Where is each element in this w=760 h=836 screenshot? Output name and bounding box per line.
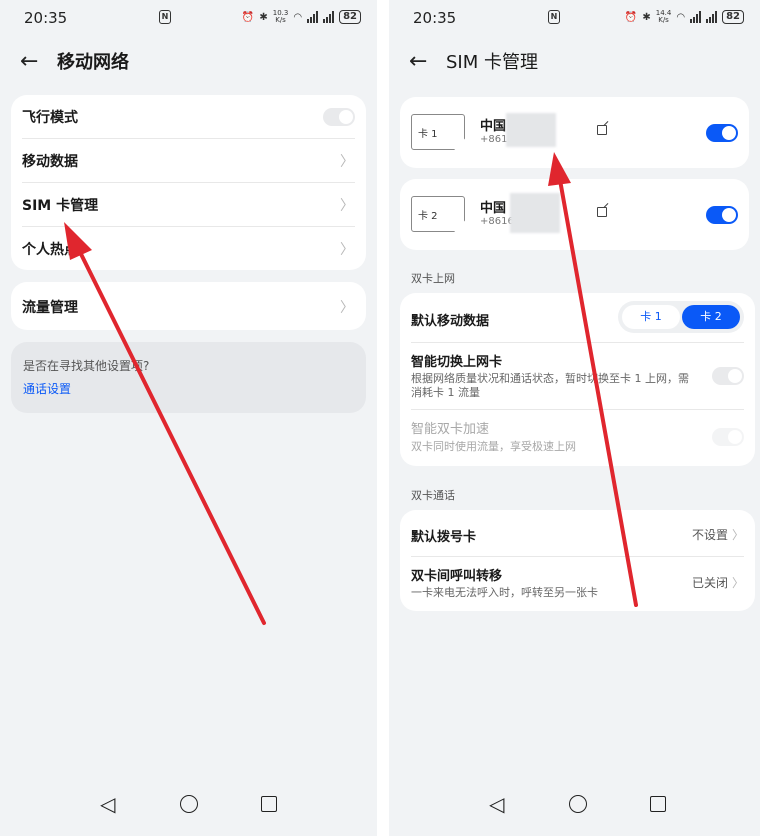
- sim-carrier-name: 中国: [480, 119, 507, 134]
- row-label: SIM 卡管理: [22, 198, 99, 214]
- back-arrow-icon[interactable]: ←: [409, 48, 427, 76]
- status-icons: ⏰ ✱ 14.4 K/s ◠ 82: [625, 10, 744, 24]
- mobile-data-row[interactable]: 移动数据 〉: [22, 138, 355, 182]
- nav-back-icon[interactable]: ◁: [100, 792, 115, 816]
- call-forward-row[interactable]: 双卡间呼叫转移 一卡来电无法呼入时，呼转至另一张卡 已关闭〉: [411, 556, 744, 611]
- status-bar: 20:35 N ⏰ ✱ 14.4 K/s ◠ 82: [389, 0, 760, 36]
- wifi-icon: ◠: [676, 11, 686, 23]
- dual-data-card: 默认移动数据 卡 1 卡 2 智能切换上网卡 根据网络质量状况和通话状态，暂时切…: [400, 293, 755, 466]
- sim-card-icon: 卡 2: [411, 196, 465, 232]
- sim-management-row[interactable]: SIM 卡管理 〉: [22, 182, 355, 226]
- default-dial-row[interactable]: 默认拨号卡 不设置〉: [411, 510, 744, 556]
- section-title-dual-call: 双卡通话: [411, 489, 455, 502]
- traffic-card: 流量管理 〉: [11, 282, 366, 330]
- airplane-mode-row[interactable]: 飞行模式: [11, 95, 366, 138]
- call-settings-link[interactable]: 通话设置: [23, 380, 71, 397]
- bluetooth-icon: ✱: [642, 11, 651, 23]
- back-arrow-icon[interactable]: ←: [20, 48, 38, 76]
- sim-management-screen: 20:35 N ⏰ ✱ 14.4 K/s ◠ 82 ← SIM 卡管理 卡 1 中…: [389, 0, 760, 836]
- wifi-icon: ◠: [293, 11, 303, 23]
- redacted-area: [510, 193, 560, 233]
- mobile-network-screen: 20:35 N ⏰ ✱ 10.3 K/s ◠ 82 ← 移动网络 飞行模式 移动数…: [0, 0, 377, 836]
- call-forward-title: 双卡间呼叫转移: [411, 569, 503, 584]
- sim-1-toggle[interactable]: [706, 124, 738, 142]
- dual-accel-title: 智能双卡加速: [411, 422, 490, 437]
- nfc-icon: N: [548, 10, 560, 24]
- network-speed: 10.3 K/s: [272, 9, 289, 24]
- page-header: ← 移动网络: [0, 46, 377, 78]
- edit-icon[interactable]: [597, 125, 607, 135]
- chevron-right-icon: 〉: [731, 576, 744, 590]
- status-time: 20:35: [413, 9, 457, 27]
- page-header: ← SIM 卡管理: [389, 46, 760, 78]
- chevron-right-icon: 〉: [340, 198, 354, 214]
- airplane-mode-toggle[interactable]: [323, 108, 355, 126]
- status-bar: 20:35 N ⏰ ✱ 10.3 K/s ◠ 82: [0, 0, 377, 36]
- sim-2-option[interactable]: 卡 2: [682, 305, 740, 329]
- dual-accel-row[interactable]: 智能双卡加速 双卡同时使用流量，享受极速上网: [411, 409, 744, 466]
- dual-accel-subtitle: 双卡同时使用流量，享受极速上网: [411, 440, 576, 453]
- page-title: 移动网络: [57, 52, 129, 73]
- chevron-right-icon: 〉: [731, 528, 744, 542]
- status-icons: ⏰ ✱ 10.3 K/s ◠ 82: [242, 10, 361, 24]
- redacted-area: [506, 113, 556, 147]
- chevron-right-icon: 〉: [340, 154, 354, 170]
- edit-icon[interactable]: [597, 207, 607, 217]
- smart-switch-subtitle: 根据网络质量状况和通话状态，暂时切换至卡 1 上网，需消耗卡 1 流量: [411, 372, 689, 399]
- navigation-bar: ◁: [389, 776, 760, 836]
- call-forward-value: 已关闭〉: [691, 576, 744, 590]
- hint-text: 是否在寻找其他设置项?: [23, 359, 150, 373]
- row-label: 移动数据: [22, 154, 78, 170]
- personal-hotspot-row[interactable]: 个人热点 〉: [22, 226, 355, 270]
- row-label: 个人热点: [22, 242, 78, 258]
- network-settings-card: 飞行模式 移动数据 〉 SIM 卡管理 〉 个人热点 〉: [11, 95, 366, 270]
- sim-carrier-name: 中国: [480, 201, 507, 216]
- sim-card-1[interactable]: 卡 1 中国 +8610462: [400, 97, 749, 168]
- nav-home-icon[interactable]: [569, 795, 587, 813]
- default-data-label: 默认移动数据: [411, 314, 490, 329]
- nav-back-icon[interactable]: ◁: [489, 792, 504, 816]
- alarm-icon: ⏰: [624, 11, 638, 23]
- signal-icon: [690, 11, 702, 23]
- sim-card-icon: 卡 1: [411, 114, 465, 150]
- sim-card-2[interactable]: 卡 2 中国 +86165: [400, 179, 749, 250]
- status-time: 20:35: [24, 9, 68, 27]
- sim-2-toggle[interactable]: [706, 206, 738, 224]
- smart-switch-row[interactable]: 智能切换上网卡 根据网络质量状况和通话状态，暂时切换至卡 1 上网，需消耗卡 1…: [411, 342, 744, 408]
- default-dial-title: 默认拨号卡: [411, 530, 477, 545]
- nav-home-icon[interactable]: [180, 795, 198, 813]
- row-label: 飞行模式: [22, 110, 78, 126]
- nav-recent-icon[interactable]: [650, 796, 666, 812]
- chevron-right-icon: 〉: [340, 242, 354, 258]
- default-data-selector[interactable]: 卡 1 卡 2: [618, 301, 744, 333]
- network-speed: 14.4 K/s: [655, 9, 672, 24]
- chevron-right-icon: 〉: [340, 300, 354, 316]
- battery-icon: 82: [339, 10, 361, 24]
- signal-icon: [706, 11, 718, 23]
- signal-icon: [323, 11, 335, 23]
- section-title-dual-data: 双卡上网: [411, 272, 455, 285]
- navigation-bar: ◁: [0, 776, 377, 836]
- nav-recent-icon[interactable]: [261, 796, 277, 812]
- traffic-management-row[interactable]: 流量管理 〉: [11, 282, 366, 330]
- row-label: 流量管理: [22, 300, 78, 316]
- dual-call-card: 默认拨号卡 不设置〉 双卡间呼叫转移 一卡来电无法呼入时，呼转至另一张卡 已关闭…: [400, 510, 755, 611]
- default-dial-value: 不设置〉: [691, 528, 744, 542]
- page-title: SIM 卡管理: [446, 52, 538, 73]
- call-forward-subtitle: 一卡来电无法呼入时，呼转至另一张卡: [411, 586, 598, 599]
- sim-1-option[interactable]: 卡 1: [622, 305, 680, 329]
- signal-icon: [307, 11, 319, 23]
- nfc-icon: N: [159, 10, 171, 24]
- smart-switch-title: 智能切换上网卡: [411, 355, 503, 370]
- hint-card: 是否在寻找其他设置项? 通话设置: [11, 342, 366, 413]
- dual-accel-toggle[interactable]: [712, 428, 744, 446]
- bluetooth-icon: ✱: [259, 11, 268, 23]
- smart-switch-toggle[interactable]: [712, 367, 744, 385]
- battery-icon: 82: [722, 10, 744, 24]
- alarm-icon: ⏰: [241, 11, 255, 23]
